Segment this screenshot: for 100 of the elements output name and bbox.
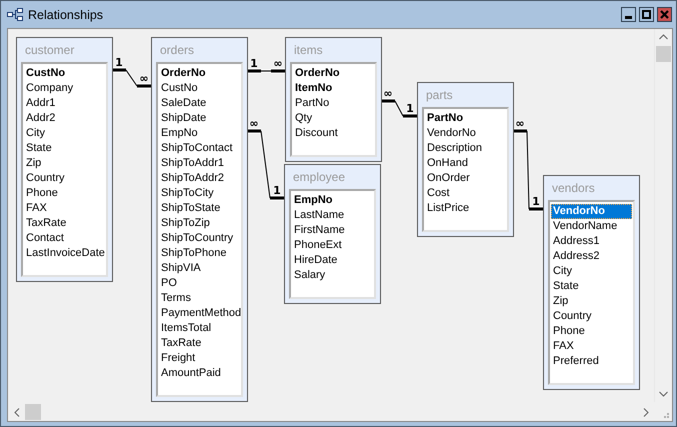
- field-item[interactable]: Description: [425, 141, 506, 156]
- close-icon: [660, 10, 669, 19]
- field-item[interactable]: ShipToAddr1: [159, 156, 240, 171]
- field-item[interactable]: ShipToContact: [159, 141, 240, 156]
- field-item[interactable]: PartNo: [425, 111, 506, 126]
- scroll-down-icon[interactable]: [659, 391, 668, 397]
- field-item[interactable]: HireDate: [292, 253, 373, 268]
- field-item[interactable]: TaxRate: [24, 216, 105, 231]
- vertical-scrollbar[interactable]: [654, 29, 672, 402]
- table-title: items: [293, 42, 324, 59]
- field-item[interactable]: ShipDate: [159, 111, 240, 126]
- scroll-left-icon[interactable]: [14, 408, 20, 417]
- scroll-up-icon[interactable]: [659, 34, 668, 40]
- table-title: employee: [292, 169, 346, 186]
- table-window[interactable]: employee EmpNo LastName FirstName PhoneExt HireDate Salary: [284, 164, 381, 304]
- relationship-line[interactable]: [112, 68, 151, 88]
- field-item[interactable]: ListPrice: [425, 201, 506, 216]
- field-item[interactable]: City: [551, 264, 632, 279]
- field-item[interactable]: LastInvoiceDate: [24, 246, 105, 261]
- field-item[interactable]: ShipToCountry: [159, 231, 240, 246]
- cardinality-label: ∞: [273, 57, 283, 70]
- field-item[interactable]: Company: [24, 81, 105, 96]
- cardinality-label: 1: [532, 195, 540, 208]
- field-item[interactable]: AmountPaid: [159, 366, 240, 381]
- scroll-right-icon[interactable]: [643, 408, 649, 417]
- field-item[interactable]: LastName: [292, 208, 373, 223]
- field-item[interactable]: Zip: [551, 294, 632, 309]
- field-item[interactable]: Address2: [551, 249, 632, 264]
- field-item[interactable]: Phone: [24, 186, 105, 201]
- cardinality-label: ∞: [249, 117, 259, 130]
- field-item[interactable]: Address1: [551, 234, 632, 249]
- field-item[interactable]: FAX: [24, 201, 105, 216]
- field-item[interactable]: OrderNo: [293, 66, 374, 81]
- field-item[interactable]: State: [551, 279, 632, 294]
- field-item[interactable]: Salary: [292, 268, 373, 283]
- table-window[interactable]: items OrderNo ItemNo PartNo Qty Discount: [285, 37, 382, 162]
- field-item[interactable]: ShipToAddr2: [159, 171, 240, 186]
- field-item[interactable]: Zip: [24, 156, 105, 171]
- table-window[interactable]: parts PartNo VendorNo Description OnHand OnOrder Cost ListPrice: [417, 82, 514, 237]
- field-item[interactable]: CustNo: [24, 66, 105, 81]
- table-title: parts: [425, 87, 454, 104]
- field-item[interactable]: ItemNo: [293, 81, 374, 96]
- relationship-line[interactable]: [247, 130, 284, 200]
- field-item[interactable]: ShipToCity: [159, 186, 240, 201]
- cardinality-label: ∞: [515, 117, 525, 130]
- table-title: orders: [159, 42, 196, 59]
- field-item[interactable]: ShipToState: [159, 201, 240, 216]
- field-item[interactable]: Freight: [159, 351, 240, 366]
- table-title: customer: [24, 42, 76, 59]
- field-item[interactable]: PhoneExt: [292, 238, 373, 253]
- close-button[interactable]: [657, 7, 672, 22]
- cardinality-label: 1: [406, 102, 414, 115]
- field-item[interactable]: Contact: [24, 231, 105, 246]
- table-window[interactable]: [151, 37, 248, 402]
- field-item[interactable]: VendorNo: [425, 126, 506, 141]
- field-item[interactable]: Discount: [293, 126, 374, 141]
- field-item[interactable]: FirstName: [292, 223, 373, 238]
- field-item[interactable]: Addr2: [24, 111, 105, 126]
- field-item[interactable]: ShipToZip: [159, 216, 240, 231]
- field-item[interactable]: VendorNo: [551, 204, 632, 219]
- field-item[interactable]: Addr1: [24, 96, 105, 111]
- window-title: Relationships: [28, 8, 104, 22]
- field-item[interactable]: TaxRate: [159, 336, 240, 351]
- field-item[interactable]: Country: [551, 309, 632, 324]
- field-item[interactable]: OnHand: [425, 156, 506, 171]
- field-item[interactable]: Preferred: [551, 354, 632, 369]
- field-item[interactable]: PO: [159, 276, 240, 291]
- table-window[interactable]: vendors VendorNo VendorName Address1 Address2 City State Zip Country Phone FAX Preferred: [543, 175, 640, 390]
- field-item[interactable]: ShipVIA: [159, 261, 240, 276]
- field-item[interactable]: ShipToPhone: [159, 246, 240, 261]
- field-item[interactable]: State: [24, 141, 105, 156]
- field-item[interactable]: PaymentMethod: [159, 306, 240, 321]
- field-item[interactable]: ItemsTotal: [159, 321, 240, 336]
- relationships-icon: [7, 8, 23, 21]
- field-item[interactable]: Country: [24, 171, 105, 186]
- field-item[interactable]: VendorName: [551, 219, 632, 234]
- relationship-line[interactable]: [513, 130, 543, 210]
- field-item[interactable]: SaleDate: [159, 96, 240, 111]
- minimize-button[interactable]: [621, 7, 636, 22]
- field-item[interactable]: FAX: [551, 339, 632, 354]
- scroll-thumb[interactable]: [656, 46, 671, 62]
- field-item[interactable]: City: [24, 126, 105, 141]
- relationship-line[interactable]: [247, 70, 285, 72]
- field-item[interactable]: EmpNo: [292, 193, 373, 208]
- scroll-thumb[interactable]: [25, 404, 41, 420]
- cardinality-label: 1: [273, 184, 281, 197]
- field-item[interactable]: PartNo: [293, 96, 374, 111]
- field-item[interactable]: CustNo: [159, 81, 240, 96]
- field-item[interactable]: OnOrder: [425, 171, 506, 186]
- table-title: vendors: [551, 180, 596, 197]
- field-item[interactable]: Qty: [293, 111, 374, 126]
- table-window[interactable]: customer CustNo Company Addr1 Addr2 City State Zip Country Phone FAX TaxRate Contact LastInvoiceDate: [16, 37, 113, 282]
- field-item[interactable]: EmpNo: [159, 126, 240, 141]
- field-item[interactable]: Terms: [159, 291, 240, 306]
- cardinality-label: ∞: [139, 72, 149, 85]
- relationship-line[interactable]: [381, 100, 417, 118]
- maximize-button[interactable]: [639, 7, 654, 22]
- field-item[interactable]: OrderNo: [159, 66, 240, 81]
- field-item[interactable]: Phone: [551, 324, 632, 339]
- field-item[interactable]: Cost: [425, 186, 506, 201]
